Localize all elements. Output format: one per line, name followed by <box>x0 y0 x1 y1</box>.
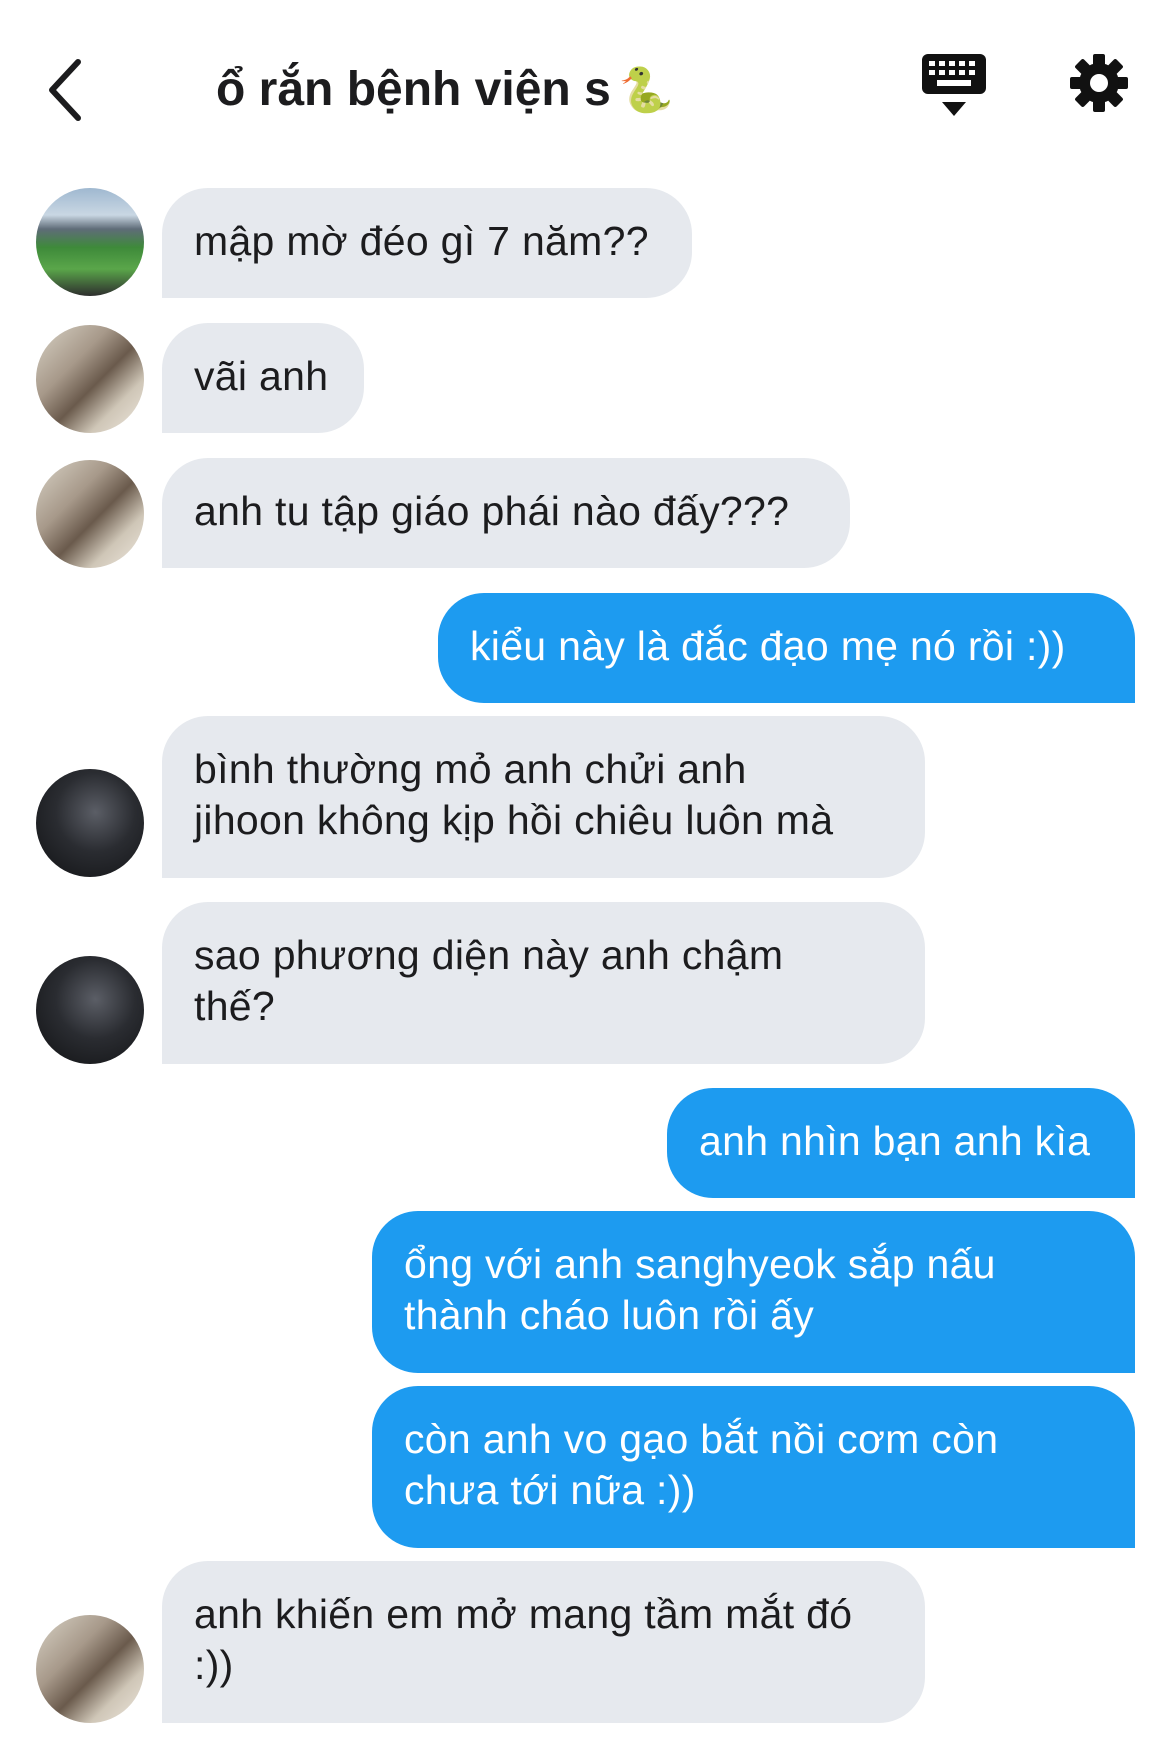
chat-title: ổ rắn bệnh viện s 🐍 <box>216 55 674 125</box>
gear-icon <box>1070 54 1128 112</box>
avatar[interactable] <box>36 956 144 1064</box>
snake-emoji: 🐍 <box>618 66 674 115</box>
incoming-message-bubble[interactable]: vãi anh <box>162 323 364 433</box>
incoming-message-bubble[interactable]: anh tu tập giáo phái nào đấy??? <box>162 458 850 568</box>
message-text: sao phương diện này anh chậm thế? <box>194 932 784 1029</box>
outgoing-message-bubble[interactable]: còn anh vo gạo bắt nồi cơm còn chưa tới … <box>372 1386 1135 1548</box>
outgoing-message-bubble[interactable]: anh nhìn bạn anh kìa <box>667 1088 1135 1198</box>
message-text: vãi anh <box>194 353 329 399</box>
incoming-message-bubble[interactable]: bình thường mỏ anh chửi anh jihoon không… <box>162 716 925 878</box>
message-text: ổng với anh sanghyeok sắp nấu thành cháo… <box>404 1241 996 1338</box>
keyboard-icon <box>922 54 986 116</box>
chat-title-text: ổ rắn bệnh viện s <box>216 63 611 116</box>
message-text: anh tu tập giáo phái nào đấy??? <box>194 488 790 534</box>
outgoing-message-bubble[interactable]: kiểu này là đắc đạo mẹ nó rồi :)) <box>438 593 1135 703</box>
avatar[interactable] <box>36 1615 144 1723</box>
avatar[interactable] <box>36 460 144 568</box>
message-text: mập mờ đéo gì 7 năm?? <box>194 218 649 264</box>
message-text: kiểu này là đắc đạo mẹ nó rồi :)) <box>470 623 1066 669</box>
keyboard-button[interactable] <box>920 52 988 122</box>
message-text: anh nhìn bạn anh kìa <box>699 1118 1091 1164</box>
incoming-message-bubble[interactable]: sao phương diện này anh chậm thế? <box>162 902 925 1064</box>
avatar[interactable] <box>36 769 144 877</box>
message-text: bình thường mỏ anh chửi anh jihoon không… <box>194 746 834 843</box>
message-text: anh khiến em mở mang tầm mắt đó :)) <box>194 1591 853 1688</box>
avatar[interactable] <box>36 188 144 296</box>
message-text: còn anh vo gạo bắt nồi cơm còn chưa tới … <box>404 1416 999 1513</box>
settings-button[interactable] <box>1068 52 1130 114</box>
outgoing-message-bubble[interactable]: ổng với anh sanghyeok sắp nấu thành cháo… <box>372 1211 1135 1373</box>
chevron-left-icon <box>49 59 81 121</box>
chat-header: ổ rắn bệnh viện s 🐍 <box>0 0 1170 170</box>
incoming-message-bubble[interactable]: anh khiến em mở mang tầm mắt đó :)) <box>162 1561 925 1723</box>
avatar[interactable] <box>36 325 144 433</box>
incoming-message-bubble[interactable]: mập mờ đéo gì 7 năm?? <box>162 188 692 298</box>
back-button[interactable] <box>40 50 100 130</box>
